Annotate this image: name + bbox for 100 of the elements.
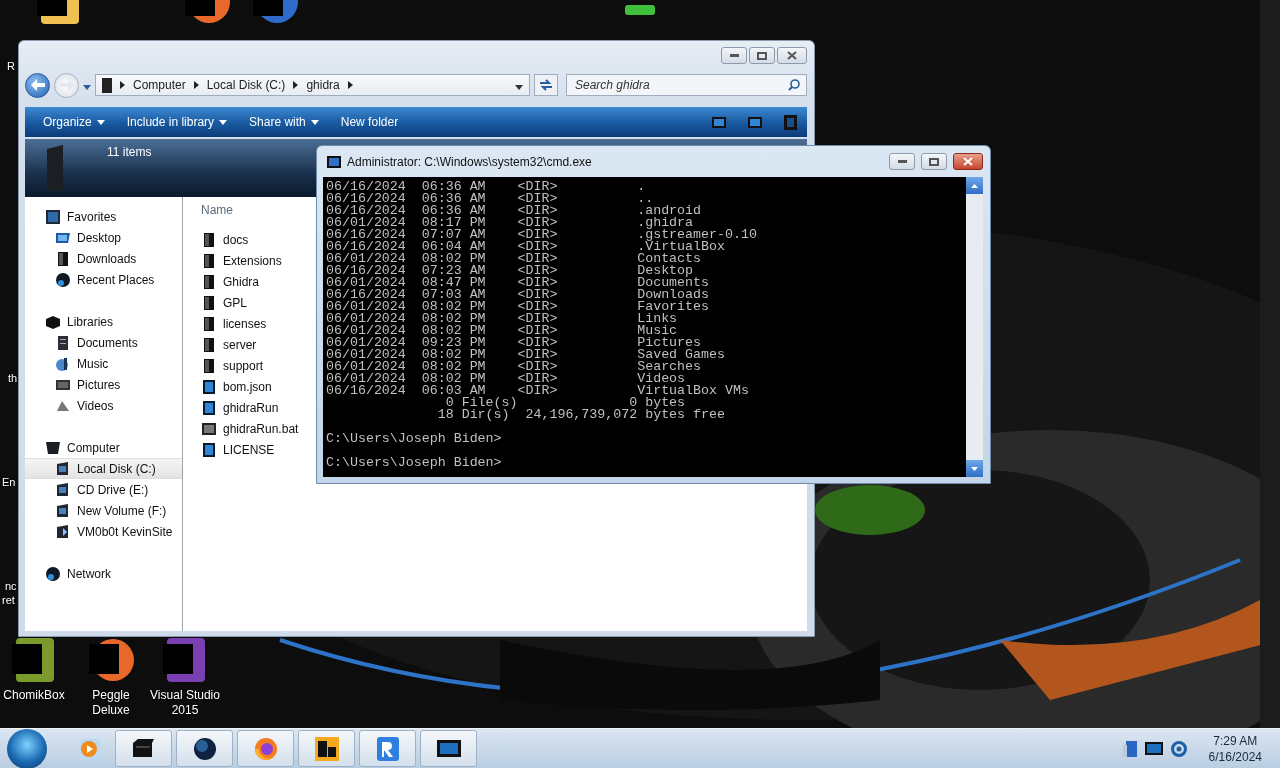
nav-item[interactable]: Local Disk (C:) <box>25 458 182 479</box>
taskbar-button[interactable] <box>115 730 172 767</box>
nav-item[interactable]: Network <box>25 563 182 584</box>
toolbar-button[interactable]: New folder <box>332 110 407 134</box>
file-icon <box>201 399 217 416</box>
close-button[interactable] <box>777 47 807 64</box>
file-item[interactable]: ghidraRun.bat <box>201 418 299 439</box>
file-icon <box>201 441 217 458</box>
breadcrumb[interactable]: Local Disk (C:) <box>206 78 299 92</box>
caret-icon <box>515 85 523 90</box>
file-icon <box>201 378 217 395</box>
library-icon <box>45 313 61 330</box>
drive-icon <box>55 460 71 477</box>
column-header[interactable]: Name <box>201 203 233 217</box>
folder-icon <box>201 336 217 353</box>
file-item[interactable]: ghidraRun <box>201 397 279 418</box>
toolbar-button[interactable]: Organize <box>35 110 113 134</box>
desktop-icon-label: th <box>8 372 18 385</box>
back-arrow-icon <box>30 79 45 91</box>
refresh-icon <box>539 79 553 91</box>
forward-arrow-icon <box>59 79 74 91</box>
clock-time: 7:29 AM <box>1213 732 1258 749</box>
nav-item[interactable]: CD Drive (E:) <box>25 479 182 500</box>
toolbar-button[interactable]: Share with <box>241 110 327 134</box>
breadcrumb-arrow-icon <box>120 81 125 89</box>
start-button[interactable] <box>7 728 47 768</box>
music-icon <box>55 355 71 372</box>
sync-icon[interactable] <box>1170 740 1187 757</box>
console-line: 06/16/2024 06:04 AM <DIR> .VirtualBox <box>326 241 725 253</box>
maximize-button[interactable] <box>749 47 775 64</box>
breadcrumb-arrow-icon <box>193 81 199 89</box>
minimize-button[interactable] <box>889 153 915 170</box>
close-button[interactable] <box>953 153 983 170</box>
view-icon[interactable] <box>712 116 726 128</box>
console-line: 06/01/2024 08:02 PM <DIR> Links <box>326 313 678 325</box>
help-icon[interactable] <box>784 114 797 130</box>
desktop-icon-label[interactable]: Peggle Deluxe <box>74 688 148 718</box>
nav-item[interactable]: VM0b0t KevinSite <box>25 521 182 542</box>
file-item[interactable]: Extensions <box>201 250 282 271</box>
address-bar[interactable]: Computer Local Disk (C:) ghidra <box>95 74 530 96</box>
search-icon <box>788 79 800 91</box>
breadcrumb[interactable]: Computer <box>133 78 199 92</box>
nav-item[interactable]: Videos <box>25 395 182 416</box>
file-item[interactable]: support <box>201 355 264 376</box>
preview-pane-icon[interactable] <box>748 116 762 128</box>
desktop-icon-label: R <box>7 60 15 73</box>
folder-icon <box>55 250 71 267</box>
console-line: 06/16/2024 07:03 AM <DIR> Downloads <box>326 289 709 301</box>
file-item[interactable]: Ghidra <box>201 271 260 292</box>
file-item[interactable]: GPL <box>201 292 247 313</box>
app-icon[interactable] <box>87 636 135 684</box>
breadcrumb-arrow-icon <box>347 81 353 89</box>
window-title: Administrator: C:\Windows\system32\cmd.exe <box>347 154 593 169</box>
nav-item[interactable]: Libraries <box>25 311 182 332</box>
back-button[interactable] <box>25 72 50 98</box>
file-item[interactable]: licenses <box>201 313 267 334</box>
breadcrumb[interactable]: ghidra <box>306 78 353 92</box>
console-line: 06/16/2024 07:07 AM <DIR> .gstreamer-0.10 <box>326 229 757 241</box>
close-icon <box>963 157 973 166</box>
nav-item[interactable]: Downloads <box>25 248 182 269</box>
taskbar-button[interactable] <box>298 730 355 767</box>
console-line: 06/01/2024 08:02 PM <DIR> Videos <box>326 373 686 385</box>
close-icon <box>787 51 797 60</box>
console-line: 06/16/2024 06:03 AM <DIR> VirtualBox VMs <box>326 385 749 397</box>
console-line: 06/16/2024 06:36 AM <DIR> .android <box>326 205 702 217</box>
nav-item[interactable]: Music <box>25 353 182 374</box>
taskbar-button[interactable] <box>176 730 233 767</box>
desktop-icon-label: En <box>2 476 16 489</box>
network-icon[interactable] <box>1122 740 1137 757</box>
file-item[interactable]: docs <box>201 229 249 250</box>
nav-item[interactable]: Desktop <box>25 227 182 248</box>
item-count: 11 items <box>107 145 152 159</box>
taskbar-button[interactable] <box>420 730 477 767</box>
maximize-button[interactable] <box>921 153 947 170</box>
search-box[interactable]: Search ghidra <box>566 74 807 96</box>
console-line: 18 Dir(s) 24,196,739,072 bytes free <box>436 409 725 421</box>
nav-item[interactable]: New Volume (F:) <box>25 500 182 521</box>
search-field[interactable]: Search ghidra <box>573 77 788 93</box>
minimize-button[interactable] <box>721 47 747 64</box>
scrollbar[interactable] <box>966 177 983 477</box>
nav-item[interactable]: Documents <box>25 332 182 353</box>
folder-icon <box>201 315 217 332</box>
nav-item[interactable]: Pictures <box>25 374 182 395</box>
caret-icon <box>219 119 228 125</box>
batch-file-icon <box>201 420 217 437</box>
file-item[interactable]: server <box>201 334 257 355</box>
nav-item[interactable]: Favorites <box>25 206 182 227</box>
nav-item[interactable]: Recent Places <box>25 269 182 290</box>
console-line: 06/01/2024 08:17 PM <DIR> .ghidra <box>326 217 694 229</box>
desktop-icon-label[interactable]: ChomikBox <box>3 688 65 703</box>
toolbar-button[interactable]: Include in library <box>118 110 236 134</box>
file-item[interactable]: bom.json <box>201 376 272 397</box>
monitor-icon[interactable] <box>1144 742 1163 755</box>
console-line: 06/01/2024 08:02 PM <DIR> Searches <box>326 361 702 373</box>
nav-item[interactable]: Computer <box>25 437 182 458</box>
file-item[interactable]: LICENSE <box>201 439 275 460</box>
globe-icon <box>55 271 71 288</box>
clock[interactable]: 7:29 AM 6/16/2024 <box>1208 732 1262 765</box>
desktop-icon-label[interactable]: Visual Studio 2015 <box>148 688 222 718</box>
refresh-button[interactable] <box>534 74 558 96</box>
